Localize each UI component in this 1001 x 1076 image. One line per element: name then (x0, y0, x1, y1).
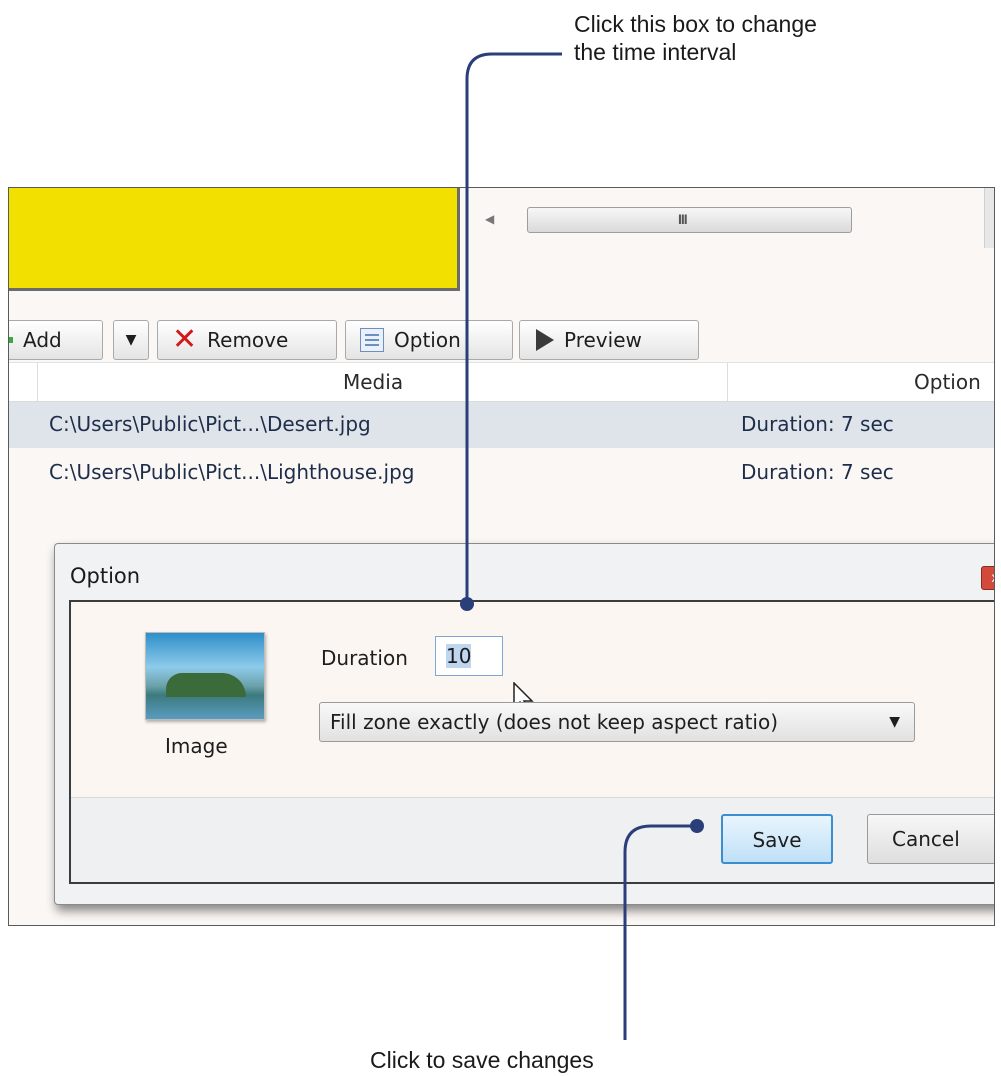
media-path: C:\Users\Public\Pict...\Desert.jpg (49, 412, 371, 436)
option-button-label: Option (394, 328, 461, 352)
chevron-down-icon: ▼ (889, 714, 900, 730)
preview-button[interactable]: Preview (519, 320, 699, 360)
callout-save-text: Click to save changes (370, 1047, 594, 1073)
column-divider[interactable] (727, 363, 728, 401)
save-button[interactable]: Save (721, 814, 833, 864)
dialog-title: Option (70, 564, 141, 588)
media-option: Duration: 7 sec (741, 412, 894, 436)
plus-icon (9, 330, 13, 350)
scroll-thumb[interactable]: III (527, 207, 852, 233)
add-button-label: Add (23, 328, 62, 352)
add-dropdown-button[interactable]: ▼ (113, 320, 149, 360)
option-button[interactable]: Option (345, 320, 513, 360)
option-dialog: Option x Image Duration 10 Fill zone exa… (54, 543, 994, 905)
list-icon (360, 328, 384, 352)
remove-button[interactable]: ✕ Remove (157, 320, 337, 360)
app-screenshot: ◀ III Add ▼ ✕ Remove Option Preview Medi… (8, 187, 995, 926)
image-thumbnail (145, 632, 265, 720)
media-path: C:\Users\Public\Pict...\Lighthouse.jpg (49, 460, 415, 484)
toolbar: Add ▼ ✕ Remove Option Preview (9, 316, 994, 362)
column-divider[interactable] (37, 363, 38, 401)
chevron-down-icon: ▼ (125, 332, 137, 348)
scroll-left-icon[interactable]: ◀ (485, 212, 494, 226)
media-option: Duration: 7 sec (741, 460, 894, 484)
island-shape (166, 673, 246, 697)
column-header-option[interactable]: Option (914, 370, 981, 394)
dialog-body: Image Duration 10 Fill zone exactly (doe… (69, 600, 994, 884)
remove-button-label: Remove (207, 328, 289, 352)
horizontal-scrollbar[interactable]: ◀ III (479, 204, 857, 236)
add-button[interactable]: Add (9, 320, 103, 360)
preview-zone (9, 188, 460, 291)
grip-icon: III (678, 211, 688, 227)
column-header-media[interactable]: Media (343, 370, 403, 394)
preview-button-label: Preview (564, 328, 642, 352)
list-header: Media Option (9, 362, 994, 402)
list-item[interactable]: C:\Users\Public\Pict...\Lighthouse.jpg D… (9, 450, 994, 496)
play-icon (536, 329, 554, 351)
close-icon[interactable]: x (981, 566, 994, 590)
list-item[interactable]: C:\Users\Public\Pict...\Desert.jpg Durat… (9, 402, 994, 448)
fill-mode-select[interactable]: Fill zone exactly (does not keep aspect … (319, 702, 915, 742)
duration-label: Duration (321, 646, 408, 670)
callout-duration-text: Click this box to change the time interv… (574, 11, 817, 65)
dialog-footer: Save Cancel (71, 797, 994, 882)
image-label: Image (165, 734, 228, 758)
fill-mode-value: Fill zone exactly (does not keep aspect … (330, 710, 779, 734)
duration-value: 10 (446, 644, 472, 668)
cancel-button[interactable]: Cancel (867, 814, 994, 864)
vertical-scrollbar[interactable] (984, 188, 994, 248)
close-icon: ✕ (172, 322, 198, 357)
duration-input[interactable]: 10 (435, 636, 503, 676)
